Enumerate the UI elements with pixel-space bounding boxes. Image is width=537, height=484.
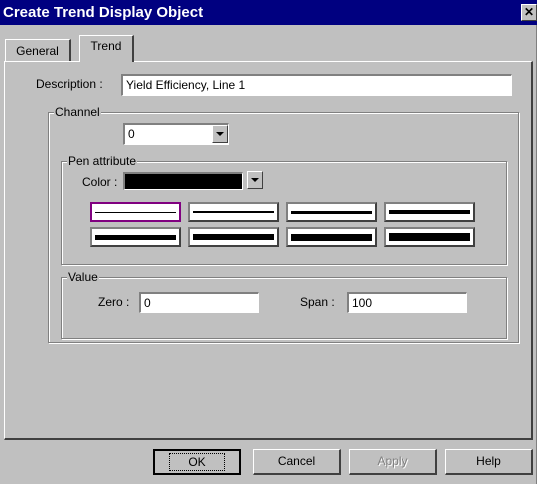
pen-style-option[interactable] — [384, 202, 475, 222]
channel-selected-value: 0 — [128, 127, 135, 141]
pen-style-option[interactable] — [384, 227, 475, 247]
tab-general-label: General — [16, 44, 59, 58]
pen-style-option[interactable] — [90, 202, 181, 222]
zero-label: Zero : — [98, 295, 130, 309]
cancel-button-label: Cancel — [277, 454, 316, 468]
channel-group-title: Channel — [54, 105, 101, 119]
ok-button[interactable]: OK — [153, 449, 241, 475]
cancel-button[interactable]: Cancel — [253, 449, 341, 475]
description-input[interactable]: Yield Efficiency, Line 1 — [121, 74, 512, 96]
channel-select[interactable]: 0 — [123, 123, 229, 145]
help-button[interactable]: Help — [445, 449, 533, 475]
tab-general[interactable]: General — [5, 39, 71, 61]
color-label: Color : — [82, 175, 118, 189]
help-button-label: Help — [476, 454, 501, 468]
pen-line-sample — [95, 235, 176, 240]
trend-tab-panel: Description : Yield Efficiency, Line 1 C… — [4, 61, 533, 440]
pen-attribute-group: Pen attribute Color : — [61, 154, 507, 265]
pen-line-sample — [95, 212, 176, 213]
pen-attribute-title: Pen attribute — [67, 154, 138, 168]
value-group-title: Value — [67, 270, 99, 284]
close-button[interactable]: ✕ — [521, 4, 537, 21]
pen-style-option[interactable] — [90, 227, 181, 247]
zero-input[interactable]: 0 — [139, 292, 259, 313]
window-title: Create Trend Display Object — [3, 4, 204, 21]
dialog-window: Create Trend Display Object ✕ General Tr… — [0, 0, 537, 484]
pen-style-option[interactable] — [286, 227, 377, 247]
chevron-down-icon[interactable] — [212, 125, 228, 143]
pen-line-sample — [389, 233, 470, 241]
span-label: Span : — [300, 295, 335, 309]
apply-button: Apply — [349, 449, 437, 475]
pen-line-sample — [291, 211, 372, 214]
pen-line-sample — [193, 234, 274, 240]
span-input[interactable]: 100 — [347, 292, 467, 313]
color-swatch[interactable] — [123, 172, 243, 190]
pen-line-sample — [389, 210, 470, 214]
pen-style-option[interactable] — [286, 202, 377, 222]
tab-trend[interactable]: Trend — [79, 35, 134, 62]
chevron-down-icon[interactable] — [247, 171, 263, 189]
apply-button-label: Apply — [377, 454, 408, 468]
pen-line-sample — [193, 211, 274, 213]
ok-button-label: OK — [169, 453, 225, 471]
tab-trend-label: Trend — [90, 39, 122, 53]
pen-style-option[interactable] — [188, 227, 279, 247]
close-icon: ✕ — [523, 5, 535, 19]
pen-style-option[interactable] — [188, 202, 279, 222]
channel-group: Channel 0 Pen attribute Color : Value Ze… — [48, 105, 519, 343]
value-group: Value Zero : 0 Span : 100 — [61, 270, 507, 339]
description-label: Description : — [36, 77, 103, 91]
title-bar[interactable]: Create Trend Display Object ✕ — [0, 0, 537, 25]
pen-line-sample — [291, 234, 372, 241]
